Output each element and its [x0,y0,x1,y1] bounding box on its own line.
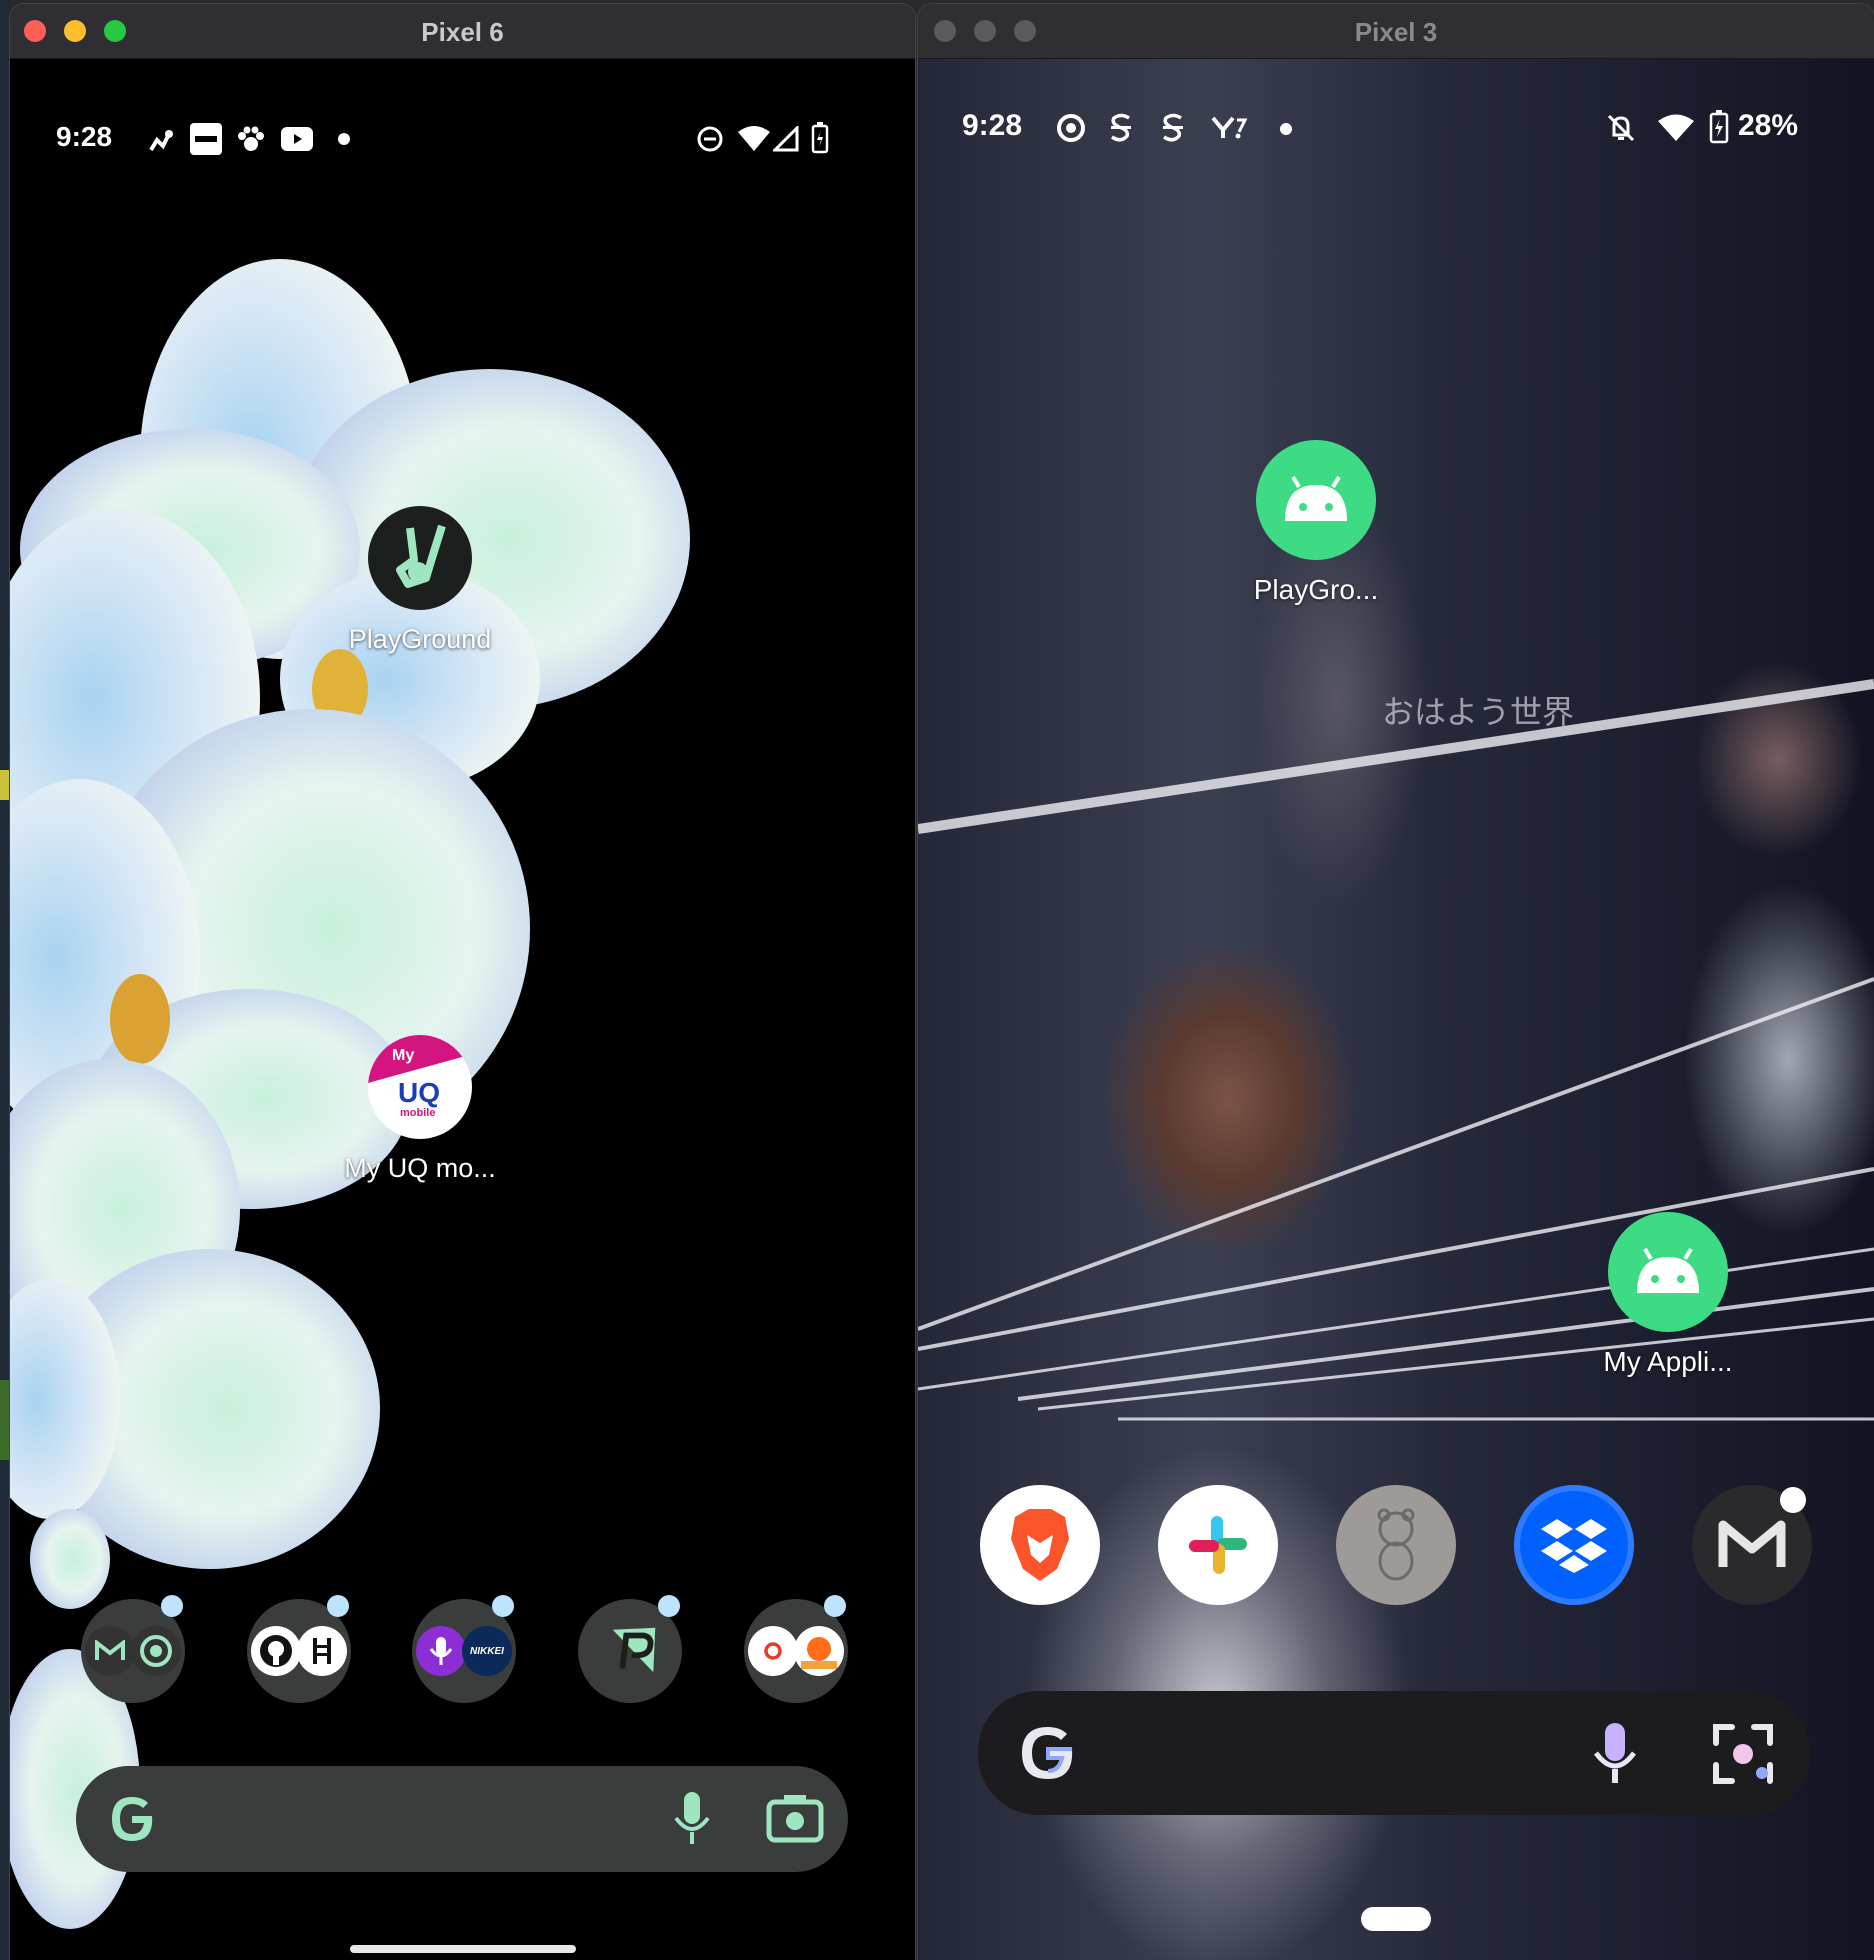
bear-icon[interactable] [1336,1485,1456,1605]
lightning-cable-icon [145,123,179,157]
notifications-off-icon [1604,111,1638,145]
background-window-edge [0,0,10,1960]
window-title: Pixel 6 [421,17,504,47]
gmail-icon[interactable] [1692,1485,1812,1605]
notification-badge [824,1595,846,1617]
mic-icon[interactable] [1592,1721,1638,1792]
emulator-window-pixel3[interactable]: Pixel 3 おはよう世界 9:28 28% PlayGro... My Ap… [918,4,1874,1960]
github-icon [251,1626,301,1676]
app-my-uq-mobile[interactable]: My UQ mobile My UQ mo... [320,1035,520,1184]
s-news-icon [1158,111,1188,145]
app-label: PlayGro... [1253,574,1379,605]
app-playground[interactable]: PlayGround [320,506,520,655]
battery-charging-icon [1708,109,1730,145]
google-g-icon[interactable] [1016,1721,1080,1790]
my-uq-text: mobile [400,1107,436,1119]
app-playground[interactable]: PlayGro... [1218,440,1414,606]
google-g-icon[interactable] [106,1792,160,1851]
clock: 9:28 [962,109,1023,142]
app-label: My UQ mo... [344,1153,496,1183]
paw-icon [234,123,268,157]
notification-badge [658,1595,680,1617]
status-bar: 9:28 28% [918,99,1874,159]
notification-badge [1780,1487,1806,1513]
podcasts-icon [416,1626,466,1676]
gesture-nav-handle[interactable] [1361,1907,1431,1931]
more-notifications-dot-icon [1280,123,1292,135]
paypay-icon [605,1621,663,1679]
google-search-bar[interactable] [76,1766,848,1872]
notification-badge [492,1595,514,1617]
wallpaper-strings [918,679,1874,1421]
phone-screen[interactable]: 9:28 PlayGround My UQ mobile My UQ mo...… [10,59,915,1960]
cell-signal-icon [772,125,800,153]
edge-highlight [0,770,10,800]
battery-percentage: 28% [1738,109,1799,142]
gesture-nav-handle[interactable] [350,1945,576,1953]
brave-icon[interactable] [980,1485,1100,1605]
app-my-application[interactable]: My Appli... [1570,1212,1766,1378]
chrome-icon [1054,111,1088,145]
phone-screen[interactable]: おはよう世界 9:28 28% PlayGro... My Appli... [918,59,1874,1960]
clock: 9:28 [56,121,113,152]
app-folder[interactable] [81,1595,185,1703]
notification-badge [327,1595,349,1617]
window-titlebar[interactable]: Pixel 3 [918,4,1874,59]
my-uq-mobile-icon: My UQ mobile [368,1035,472,1139]
android-robot-icon [1608,1212,1728,1332]
s-news-icon [1106,111,1136,145]
status-bar: 9:28 [10,109,915,169]
dropbox-icon[interactable] [1514,1485,1634,1605]
my-uq-text: UQ [398,1077,440,1108]
wallpaper-text: おはよう世界 [1382,694,1575,730]
app-folder[interactable] [247,1595,351,1703]
app-folder[interactable]: NIKKEI [412,1595,516,1703]
orange-app-icon [794,1626,844,1676]
app-folder[interactable] [744,1595,848,1703]
app-label: My Appli... [1603,1346,1733,1377]
camera-icon[interactable] [766,1792,824,1849]
android-robot-icon [1256,440,1376,560]
emulator-window-pixel6[interactable]: Pixel 6 9:28 PlayGround My UQ mobile My … [10,4,915,1960]
edge-highlight [0,1380,10,1460]
yahoo-icon [1210,113,1250,143]
google-search-bar[interactable] [978,1691,1810,1815]
battery-charging-icon [810,121,830,155]
more-notifications-dot-icon [338,133,350,145]
youtube-icon [280,125,314,153]
my-uq-text: My [392,1047,415,1064]
app-folder[interactable] [578,1595,682,1703]
gmail-icon [85,1626,135,1676]
line-dine-icon [190,123,222,155]
do-not-disturb-icon [694,123,726,155]
wifi-icon [1658,111,1694,145]
window-title: Pixel 3 [1354,17,1438,47]
hatena-icon [297,1626,347,1676]
nikkei-icon: NIKKEI [462,1626,512,1676]
window-titlebar[interactable]: Pixel 6 [10,4,915,59]
slack-icon[interactable] [1158,1485,1278,1605]
wifi-icon [738,123,770,155]
app-label: PlayGround [348,624,492,654]
chrome-icon [131,1626,181,1676]
notification-badge [161,1595,183,1617]
lens-icon[interactable] [1712,1723,1774,1790]
playground-icon [368,506,472,610]
mic-icon[interactable] [672,1790,712,1853]
record-icon [748,1626,798,1676]
